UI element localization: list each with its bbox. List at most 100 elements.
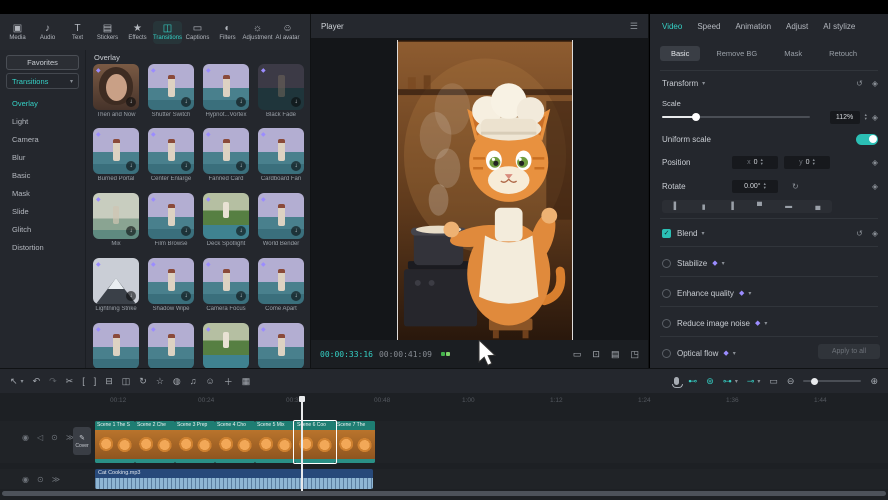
select-dropdown-icon[interactable]: ▾ [21,378,24,385]
transition-tile[interactable]: ◆↓Camera Focus [203,258,249,312]
stabilize-checkbox[interactable] [662,259,671,268]
transition-tile[interactable]: ◆↓Black Fade [258,64,304,118]
toolbar-item-captions[interactable]: ▭Captions [183,21,212,44]
category-light[interactable]: Light [0,112,85,130]
category-camera[interactable]: Camera [0,130,85,148]
chevron-down-icon[interactable]: ▾ [701,230,704,237]
delete-icon[interactable]: ⊟ [105,376,113,387]
chevron-down-icon[interactable]: ▾ [702,80,705,87]
ripple-edit-icon[interactable]: ⊸ [747,376,755,387]
voiceover-mic-icon[interactable] [674,377,679,385]
audio-clip[interactable]: Cat Cooking.mp3 [95,469,373,489]
timeline-zoom-slider[interactable] [803,380,861,382]
redo-icon[interactable]: ↷ [49,376,57,387]
chevron-down-icon[interactable]: ▾ [735,378,738,385]
hide-track-icon[interactable]: ◉ [22,433,29,442]
chevron-down-icon[interactable]: ▾ [733,350,736,357]
toolbar-item-audio[interactable]: ♪Audio [33,21,62,44]
lock-track-icon[interactable]: ⊙ [37,475,44,484]
transition-tile[interactable]: ◆↓Center Enlarge [148,128,194,182]
toolbar-item-text[interactable]: TText [63,21,92,44]
toolbar-item-transitions[interactable]: ◫Transitions [153,21,182,44]
tab-adjust[interactable]: Adjust [786,22,808,31]
mute-track-icon[interactable]: ◁ [37,433,43,442]
stepper-down-icon[interactable]: ▾ [761,162,763,167]
chevron-down-icon[interactable]: ▾ [757,378,760,385]
position-y-field[interactable]: y 0 ▴▾ [784,156,830,169]
chevron-down-icon[interactable]: ▾ [748,290,751,297]
timeline-clip[interactable]: Scene 3 Prep [175,421,215,463]
player-menu-icon[interactable]: ☰ [630,21,638,32]
scale-value-field[interactable]: 112% [830,111,860,124]
snapshot-icon[interactable]: ⊡ [592,349,600,360]
link-clips-icon[interactable]: ⊶ [723,376,732,387]
rotate-dial-icon[interactable]: ↻ [792,182,799,191]
align-middle-icon[interactable]: ▬ [785,203,792,210]
transition-tile[interactable]: ◆↓Film Browse [148,193,194,247]
category-basic[interactable]: Basic [0,166,85,184]
tab-animation[interactable]: Animation [735,22,771,31]
keyframe-icon[interactable]: ◈ [872,182,878,191]
transition-tile[interactable]: ◆↓World Bender [258,193,304,247]
subtab-mask[interactable]: Mask [773,46,813,61]
camera-tracking-icon[interactable]: ▦ [242,376,251,387]
keyframe-icon[interactable]: ◈ [872,79,878,88]
undo-icon[interactable]: ↶ [33,376,41,387]
trim-left-icon[interactable]: [ [82,376,85,386]
category-glitch[interactable]: Glitch [0,220,85,238]
ratio-icon[interactable]: ▭ [573,349,582,360]
category-mask[interactable]: Mask [0,184,85,202]
video-preview[interactable] [397,40,573,340]
transition-tile[interactable]: ◆↓Shutter Switch [148,64,194,118]
split-icon[interactable]: ✂ [66,376,74,387]
main-track-magnet-icon[interactable]: ⊷ [688,376,697,387]
align-bottom-icon[interactable]: ▄ [815,203,820,210]
toolbar-item-adjustment[interactable]: ☼Adjustment [243,21,272,44]
chevron-down-icon[interactable]: ▾ [764,320,767,327]
beautify-icon[interactable]: ＋ [224,375,233,388]
stepper-down-icon[interactable]: ▾ [813,162,815,167]
scale-stepper[interactable]: ▴▾ [865,113,867,122]
resolution-icon[interactable]: ▤ [611,349,620,360]
fullscreen-icon[interactable]: ◳ [630,349,639,360]
keyframe-icon[interactable]: ◈ [872,229,878,238]
reset-icon[interactable]: ↺ [856,79,863,88]
freeze-frame-icon[interactable]: ◫ [122,376,131,387]
ripple-track-icon[interactable]: ≫ [52,475,60,484]
reverse-icon[interactable]: ↻ [139,376,147,387]
tab-speed[interactable]: Speed [697,22,720,31]
slider-knob[interactable] [811,378,818,385]
align-center-h-icon[interactable]: ▮ [702,203,706,211]
scale-slider[interactable] [662,116,810,118]
timeline-zoom-out-icon[interactable]: ⊖ [787,376,795,387]
transition-tile[interactable]: ◆↓Cardboard Fan [258,128,304,182]
subtab-remove-bg[interactable]: Remove BG [705,46,768,61]
stepper-down-icon[interactable]: ▾ [865,117,867,122]
slider-knob[interactable] [692,113,700,121]
toolbar-item-ai-avatar[interactable]: ☺AI avatar [273,21,302,44]
tab-video[interactable]: Video [662,22,682,31]
category-blur[interactable]: Blur [0,148,85,166]
apply-to-all-button[interactable]: Apply to all [818,344,880,359]
keyframe-icon[interactable]: ◈ [872,113,878,122]
stepper-down-icon[interactable]: ▾ [764,186,766,191]
transition-tile[interactable]: ◆↓Come Apart [258,258,304,312]
tab-ai-stylize[interactable]: AI stylize [823,22,855,31]
mask-tool-icon[interactable]: ◍ [173,376,181,387]
toolbar-item-media[interactable]: ▣Media [3,21,32,44]
category-slide[interactable]: Slide [0,202,85,220]
timeline-clip[interactable]: Scene 5 Mix [255,421,295,463]
auto-snap-icon[interactable]: ⊛ [706,376,714,387]
timeline-clip[interactable]: Scene 7 The [335,421,375,463]
transition-tile-partial[interactable]: ◆ [148,323,194,368]
align-right-icon[interactable]: ▐ [729,203,734,210]
chevron-down-icon[interactable]: ▾ [722,260,725,267]
timeline-clip[interactable]: Scene 1 The S [95,421,135,463]
trim-right-icon[interactable]: ] [94,376,97,386]
hide-track-icon[interactable]: ◉ [22,475,29,484]
transition-tile-partial[interactable]: ◆ [93,323,139,368]
smart-cut-icon[interactable]: ☆ [156,376,164,387]
toolbar-item-stickers[interactable]: ▤Stickers [93,21,122,44]
keyframe-icon[interactable]: ◈ [872,158,878,167]
align-left-icon[interactable]: ▌ [674,203,679,210]
